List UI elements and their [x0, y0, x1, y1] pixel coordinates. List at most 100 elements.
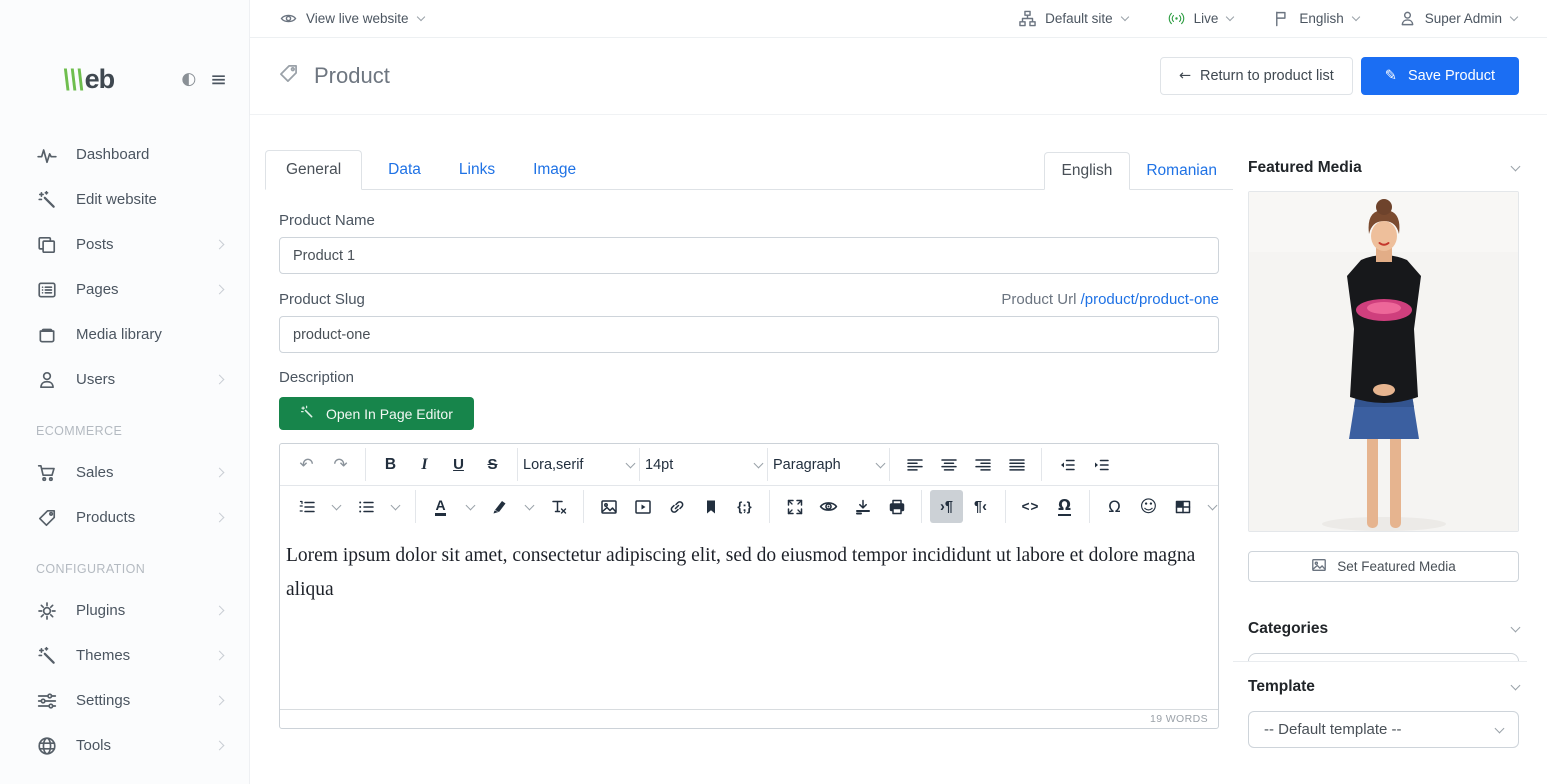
sidebar-item-users[interactable]: Users — [0, 357, 249, 402]
sidebar-item-plugins[interactable]: Plugins — [0, 588, 249, 633]
editor-content[interactable]: Lorem ipsum dolor sit amet, consectetur … — [280, 527, 1218, 709]
insert-image-button[interactable] — [592, 490, 625, 523]
user-icon — [1399, 10, 1416, 27]
undo-button[interactable]: ↶ — [290, 448, 323, 481]
font-family-value: Lora,serif — [523, 457, 583, 473]
emoticons-button[interactable]: ☺ — [1132, 490, 1165, 523]
align-right-button[interactable] — [966, 448, 999, 481]
highlight-color-button[interactable] — [483, 490, 516, 523]
italic-button[interactable]: I — [408, 448, 441, 481]
sidebar-item-dashboard[interactable]: Dashboard — [0, 132, 249, 177]
product-slug-label: Product Slug — [279, 291, 365, 308]
sidebar-item-sales[interactable]: Sales — [0, 450, 249, 495]
fullscreen-button[interactable] — [778, 490, 811, 523]
preview-button[interactable] — [812, 490, 845, 523]
sidebar-item-label: Users — [76, 371, 115, 388]
sidebar-item-tools[interactable]: Tools — [0, 723, 249, 768]
return-to-product-list-button[interactable]: ← Return to product list — [1160, 57, 1353, 95]
strikethrough-button[interactable]: S — [476, 448, 509, 481]
featured-media-header[interactable]: Featured Media — [1248, 159, 1519, 177]
anchor-button[interactable]: Ω — [1048, 490, 1081, 523]
pencil-icon: ✎ — [1385, 68, 1397, 84]
bullet-list-button[interactable] — [349, 490, 382, 523]
sidebar-item-edit-website[interactable]: Edit website — [0, 177, 249, 222]
align-center-button[interactable] — [932, 448, 965, 481]
bold-button[interactable]: B — [374, 448, 407, 481]
ltr-direction-button[interactable]: ›¶ — [930, 490, 963, 523]
open-in-page-editor-label: Open In Page Editor — [326, 406, 453, 422]
open-in-page-editor-button[interactable]: Open In Page Editor — [279, 397, 474, 430]
sidebar-item-label: Edit website — [76, 191, 157, 208]
sidebar-item-settings[interactable]: Settings — [0, 678, 249, 723]
product-name-input[interactable] — [279, 237, 1219, 274]
posts-icon — [36, 234, 57, 255]
featured-media-title: Featured Media — [1248, 159, 1362, 177]
categories-input-clipped[interactable] — [1248, 653, 1519, 661]
underline-button[interactable]: U — [442, 448, 475, 481]
sidebar-item-media-library[interactable]: Media library — [0, 312, 249, 357]
redo-button[interactable]: ↷ — [324, 448, 357, 481]
text-color-dropdown[interactable] — [458, 490, 482, 523]
table-dropdown[interactable] — [1200, 490, 1224, 523]
insert-media-button[interactable] — [626, 490, 659, 523]
indent-button[interactable] — [1084, 448, 1117, 481]
featured-media-image[interactable] — [1248, 191, 1519, 532]
tab-links[interactable]: Links — [447, 151, 507, 189]
set-featured-media-label: Set Featured Media — [1337, 559, 1456, 574]
numbered-list-button[interactable] — [290, 490, 323, 523]
product-photo — [1249, 192, 1518, 531]
font-family-select[interactable]: Lora,serif — [517, 448, 639, 481]
view-live-website-menu[interactable]: View live website — [280, 10, 424, 27]
sidebar-item-label: Products — [76, 509, 135, 526]
categories-header[interactable]: Categories — [1248, 620, 1519, 638]
chevron-down-icon — [754, 458, 764, 468]
language-selector[interactable]: English — [1273, 10, 1358, 27]
app-logo[interactable]: \\\eb — [62, 64, 114, 95]
special-character-button[interactable]: Ω — [1098, 490, 1131, 523]
source-code-button[interactable]: <> — [1014, 490, 1047, 523]
text-color-button[interactable]: A — [424, 490, 457, 523]
user-menu[interactable]: Super Admin — [1399, 10, 1517, 27]
editor-statusbar: 19 WORDS — [280, 709, 1218, 728]
sidebar-section-ecommerce: ECOMMERCE — [0, 420, 249, 442]
download-button[interactable] — [846, 490, 879, 523]
align-justify-button[interactable] — [1000, 448, 1033, 481]
sidebar-item-products[interactable]: Products — [0, 495, 249, 540]
tab-lang-romanian[interactable]: Romanian — [1130, 153, 1233, 189]
site-selector[interactable]: Default site — [1019, 10, 1128, 27]
sidebar-item-themes[interactable]: Themes — [0, 633, 249, 678]
save-product-button[interactable]: ✎ Save Product — [1361, 57, 1519, 95]
tab-data[interactable]: Data — [376, 151, 433, 189]
clear-formatting-button[interactable] — [542, 490, 575, 523]
product-url-link[interactable]: /product/product-one — [1081, 291, 1219, 308]
bookmark-button[interactable] — [694, 490, 727, 523]
pages-icon — [36, 279, 57, 300]
outdent-button[interactable] — [1050, 448, 1083, 481]
set-featured-media-button[interactable]: Set Featured Media — [1248, 551, 1519, 582]
environment-selector[interactable]: Live — [1168, 10, 1234, 27]
block-format-select[interactable]: Paragraph — [767, 448, 889, 481]
table-button[interactable] — [1166, 490, 1199, 523]
highlight-color-dropdown[interactable] — [517, 490, 541, 523]
numbered-list-dropdown[interactable] — [324, 490, 348, 523]
tab-image[interactable]: Image — [521, 151, 588, 189]
sidebar-item-pages[interactable]: Pages — [0, 267, 249, 312]
insert-link-button[interactable] — [660, 490, 693, 523]
block-format-value: Paragraph — [773, 457, 841, 473]
print-button[interactable] — [880, 490, 913, 523]
product-slug-input[interactable] — [279, 316, 1219, 353]
align-left-button[interactable] — [898, 448, 931, 481]
code-sample-button[interactable]: {;} — [728, 490, 761, 523]
theme-toggle-icon[interactable]: ◐ — [181, 69, 196, 89]
chevron-right-icon — [215, 468, 225, 478]
template-select[interactable]: -- Default template -- — [1248, 711, 1519, 748]
rtl-direction-button[interactable]: ¶‹ — [964, 490, 997, 523]
template-header[interactable]: Template — [1248, 678, 1519, 696]
bullet-list-dropdown[interactable] — [383, 490, 407, 523]
cart-icon — [36, 462, 57, 483]
tab-general[interactable]: General — [265, 150, 362, 190]
menu-toggle-icon[interactable]: ≡ — [210, 67, 227, 91]
sidebar-item-posts[interactable]: Posts — [0, 222, 249, 267]
font-size-select[interactable]: 14pt — [639, 448, 767, 481]
tab-lang-english[interactable]: English — [1044, 152, 1131, 190]
